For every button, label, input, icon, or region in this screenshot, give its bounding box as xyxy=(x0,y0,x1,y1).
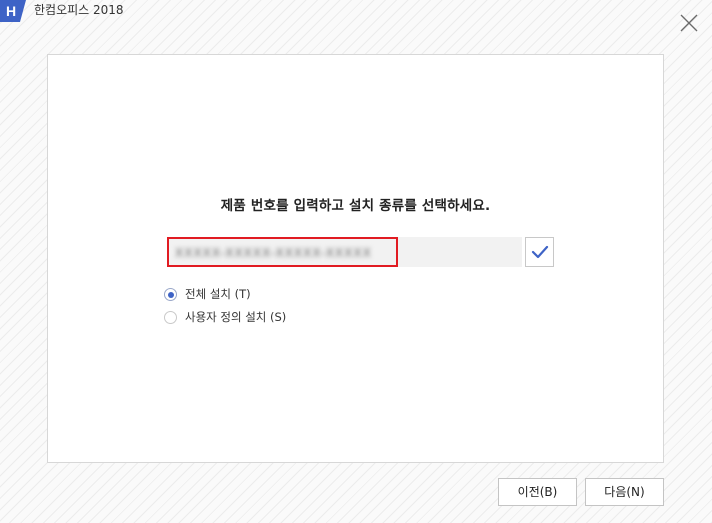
verify-key-button[interactable] xyxy=(525,237,554,267)
page-heading: 제품 번호를 입력하고 설치 종류를 선택하세요. xyxy=(220,198,491,214)
checkmark-icon xyxy=(531,245,549,259)
install-panel: 제품 번호를 입력하고 설치 종류를 선택하세요. XXXXX-XXXXX-XX… xyxy=(47,54,664,463)
radio-label-custom-install: 사용자 정의 설치 (S) xyxy=(185,310,287,324)
logo-letter: H xyxy=(6,3,16,19)
product-key-value: XXXXX-XXXXX-XXXXX-XXXXX xyxy=(175,246,372,260)
hancom-logo-icon: H xyxy=(0,0,26,22)
radio-button-unchecked[interactable] xyxy=(164,311,177,324)
next-button[interactable]: 다음(N) xyxy=(585,478,664,506)
prev-button[interactable]: 이전(B) xyxy=(498,478,577,506)
radio-label-full-install: 전체 설치 (T) xyxy=(185,287,251,301)
close-button[interactable] xyxy=(678,12,700,34)
window-title: 한컴오피스 2018 xyxy=(34,3,124,17)
product-key-input[interactable]: XXXXX-XXXXX-XXXXX-XXXXX xyxy=(167,237,522,267)
radio-button-checked[interactable] xyxy=(164,288,177,301)
close-icon xyxy=(680,14,698,32)
key-highlight-box: XXXXX-XXXXX-XXXXX-XXXXX xyxy=(167,237,398,267)
